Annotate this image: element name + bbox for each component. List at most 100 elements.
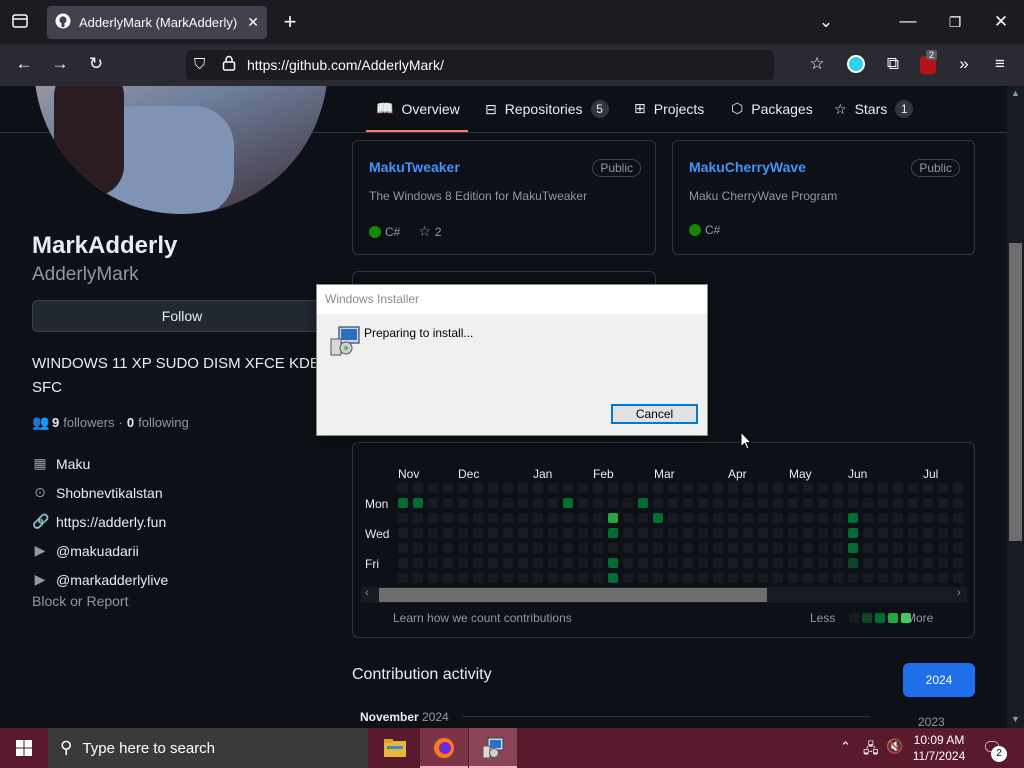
contribution-cell[interactable] [563,543,573,553]
contribution-cell[interactable] [413,528,423,538]
contribution-cell[interactable] [848,513,858,523]
contribution-cell[interactable] [443,543,453,553]
contribution-cell[interactable] [623,543,633,553]
contribution-cell[interactable] [908,573,918,583]
contribution-cell[interactable] [878,498,888,508]
contribution-cell[interactable] [833,483,843,493]
contribution-cell[interactable] [413,558,423,568]
year-2024-button[interactable]: 2024 [903,663,975,697]
contribution-cell[interactable] [653,543,663,553]
contribution-cell[interactable] [518,498,528,508]
contribution-cell[interactable] [923,528,933,538]
contribution-cell[interactable] [773,528,783,538]
close-tab-icon[interactable]: ✕ [247,14,259,31]
contribution-cell[interactable] [488,498,498,508]
contribution-cell[interactable] [488,543,498,553]
contribution-cell[interactable] [563,528,573,538]
dialog-title[interactable]: Windows Installer [317,285,707,314]
tab-packages[interactable]: ⬡ Packages [731,100,813,117]
contribution-cell[interactable] [533,513,543,523]
firefox-taskbar-icon[interactable] [420,728,468,768]
contribution-cell[interactable] [728,513,738,523]
contribution-cell[interactable] [698,483,708,493]
contribution-cell[interactable] [623,483,633,493]
contribution-cell[interactable] [413,498,423,508]
contribution-cell[interactable] [563,483,573,493]
year-2023-link[interactable]: 2023 [918,715,945,727]
contribution-cell[interactable] [863,573,873,583]
contribution-cell[interactable] [503,483,513,493]
contribution-cell[interactable] [473,483,483,493]
followers-link[interactable]: followers [63,415,114,430]
contribution-cell[interactable] [713,573,723,583]
contribution-cell[interactable] [548,498,558,508]
contribution-cell[interactable] [893,513,903,523]
contribution-cell[interactable] [398,483,408,493]
contribution-cell[interactable] [833,543,843,553]
contribution-cell[interactable] [803,498,813,508]
contribution-cell[interactable] [698,498,708,508]
contribution-cell[interactable] [788,543,798,553]
tab-repositories[interactable]: ⊟ Repositories 5 [485,100,609,118]
contribution-cell[interactable] [398,528,408,538]
contribution-cell[interactable] [908,543,918,553]
contribution-cell[interactable] [908,558,918,568]
contribution-cell[interactable] [638,498,648,508]
contribution-cell[interactable] [668,528,678,538]
contribution-cell[interactable] [443,513,453,523]
scroll-right-icon[interactable]: › [957,587,961,599]
contribution-cell[interactable] [758,483,768,493]
contribution-cell[interactable] [713,513,723,523]
new-tab-icon[interactable]: + [278,11,302,33]
contribution-cell[interactable] [743,528,753,538]
installer-taskbar-icon[interactable] [469,728,517,768]
contribution-cell[interactable] [743,543,753,553]
page-scrollbar[interactable]: ▲ ▼ [1007,86,1024,728]
contribution-cell[interactable] [833,573,843,583]
contribution-cell[interactable] [863,513,873,523]
contribution-cell[interactable] [413,513,423,523]
contribution-cell[interactable] [458,528,468,538]
contribution-cell[interactable] [428,573,438,583]
contribution-cell[interactable] [893,528,903,538]
contribution-cell[interactable] [908,483,918,493]
contribution-cell[interactable] [863,498,873,508]
contribution-cell[interactable] [848,498,858,508]
contribution-cell[interactable] [743,573,753,583]
forward-arrow-icon[interactable]: → [48,54,72,74]
contribution-cell[interactable] [458,558,468,568]
contribution-cell[interactable] [833,513,843,523]
menu-hamburger-icon[interactable]: ≡ [988,54,1012,74]
tab-list-icon[interactable] [8,12,32,35]
contribution-cell[interactable] [713,543,723,553]
contribution-cell[interactable] [923,558,933,568]
contribution-cell[interactable] [743,498,753,508]
contribution-cell[interactable] [818,498,828,508]
contribution-cell[interactable] [443,573,453,583]
contribution-cell[interactable] [848,543,858,553]
contribution-cell[interactable] [578,573,588,583]
youtube-link[interactable]: @makuadarii [56,543,139,559]
contribution-cell[interactable] [653,513,663,523]
ublock-icon[interactable]: 2 [920,50,938,74]
contribution-cell[interactable] [548,543,558,553]
contribution-cell[interactable] [653,573,663,583]
contribution-cell[interactable] [713,558,723,568]
contribution-cell[interactable] [428,543,438,553]
contribution-cell[interactable] [458,573,468,583]
contribution-cell[interactable] [848,573,858,583]
contribution-cell[interactable] [938,513,948,523]
contribution-cell[interactable] [923,498,933,508]
contribution-cell[interactable] [398,498,408,508]
contribution-cell[interactable] [698,543,708,553]
contribution-cell[interactable] [848,528,858,538]
contribution-cell[interactable] [878,528,888,538]
contribution-cell[interactable] [683,498,693,508]
contribution-cell[interactable] [488,528,498,538]
contribution-cell[interactable] [443,483,453,493]
contribution-cell[interactable] [758,573,768,583]
close-window-icon[interactable]: ✕ [989,12,1013,32]
contribution-cell[interactable] [503,543,513,553]
contribution-cell[interactable] [398,543,408,553]
contribution-cell[interactable] [728,483,738,493]
